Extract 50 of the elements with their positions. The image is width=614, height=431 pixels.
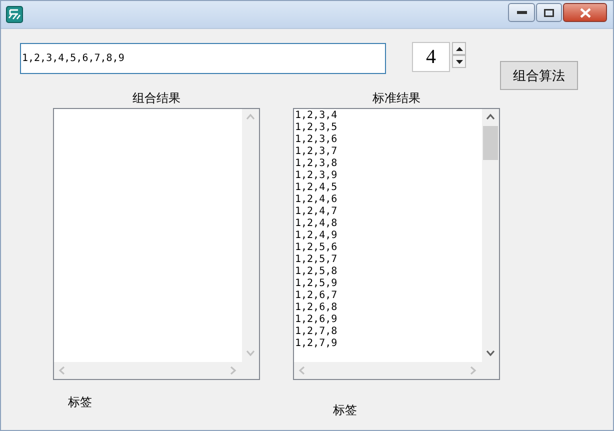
list-item[interactable]: 1,2,4,5 bbox=[295, 182, 482, 194]
app-icon bbox=[6, 6, 23, 23]
list-item[interactable]: 1,2,4,9 bbox=[295, 230, 482, 242]
list-item[interactable]: 1,2,4,8 bbox=[295, 218, 482, 230]
down-arrow-icon bbox=[456, 60, 462, 64]
label-text: 标签 bbox=[68, 394, 92, 410]
scroll-right-icon[interactable] bbox=[229, 366, 238, 375]
list-item[interactable]: 1,2,3,4 bbox=[295, 110, 482, 122]
run-button[interactable]: 组合算法 bbox=[500, 61, 578, 90]
list-item[interactable]: 1,2,5,9 bbox=[295, 278, 482, 290]
list-box[interactable]: 1,2,3,4 1,2,3,5 1,2,3,6 1,2,3,7 1,2,3,8 1,2,3,9 1,2,4,5 1,2,4,6 1,2,4,7 1,2,4,8 1,2,4,9 1,2,5,6 1,2,5,7 1,2,5,8 1,2,5,9 1,2,6,7 1,2,6,8 1,2,6,9 1,2,7,8 1,2,7,9 bbox=[293, 108, 500, 380]
list-item[interactable]: 1,2,3,8 bbox=[295, 158, 482, 170]
maximize-icon bbox=[544, 8, 554, 16]
scroll-up-icon[interactable] bbox=[486, 113, 495, 122]
list-item[interactable]: 1,2,6,8 bbox=[295, 302, 482, 314]
list-heading: 标准结果 bbox=[372, 90, 420, 106]
number-field[interactable]: 4 bbox=[412, 42, 450, 72]
list-box[interactable] bbox=[53, 108, 260, 380]
horizontal-scrollbar[interactable] bbox=[54, 362, 242, 379]
list-item[interactable]: 1,2,6,7 bbox=[295, 290, 482, 302]
minimize-button[interactable] bbox=[508, 3, 535, 22]
vertical-scrollbar[interactable] bbox=[482, 109, 499, 362]
maximize-button[interactable] bbox=[536, 3, 562, 22]
input-field[interactable]: 1,2,3,4,5,6,7,8,9 bbox=[20, 43, 386, 74]
list-item[interactable]: 1,2,6,9 bbox=[295, 314, 482, 326]
list-heading: 组合结果 bbox=[132, 90, 180, 106]
list-item[interactable]: 1,2,7,8 bbox=[295, 326, 482, 338]
list-item[interactable]: 1,2,4,7 bbox=[295, 206, 482, 218]
list-item[interactable]: 1,2,3,7 bbox=[295, 146, 482, 158]
close-icon bbox=[580, 8, 590, 18]
scroll-right-icon[interactable] bbox=[469, 366, 478, 375]
list-item[interactable]: 1,2,4,6 bbox=[295, 194, 482, 206]
spin-up-button[interactable] bbox=[452, 42, 466, 55]
scroll-thumb[interactable] bbox=[483, 126, 498, 160]
scroll-down-icon[interactable] bbox=[486, 349, 495, 358]
scroll-left-icon[interactable] bbox=[298, 366, 307, 375]
label-text: 标签 bbox=[333, 402, 357, 418]
close-button[interactable] bbox=[563, 3, 607, 22]
list-item[interactable]: 1,2,3,6 bbox=[295, 134, 482, 146]
spin-down-button[interactable] bbox=[452, 55, 466, 68]
up-arrow-icon bbox=[456, 46, 462, 50]
list-item[interactable]: 1,2,5,6 bbox=[295, 242, 482, 254]
list-item[interactable]: 1,2,7,9 bbox=[295, 338, 482, 350]
scroll-left-icon[interactable] bbox=[58, 366, 67, 375]
minimize-icon bbox=[516, 10, 526, 14]
list-item[interactable]: 1,2,5,7 bbox=[295, 254, 482, 266]
list-item[interactable]: 1,2,3,5 bbox=[295, 122, 482, 134]
list-item[interactable]: 1,2,3,9 bbox=[295, 170, 482, 182]
list-item[interactable]: 1,2,5,8 bbox=[295, 266, 482, 278]
horizontal-scrollbar[interactable] bbox=[294, 362, 482, 379]
